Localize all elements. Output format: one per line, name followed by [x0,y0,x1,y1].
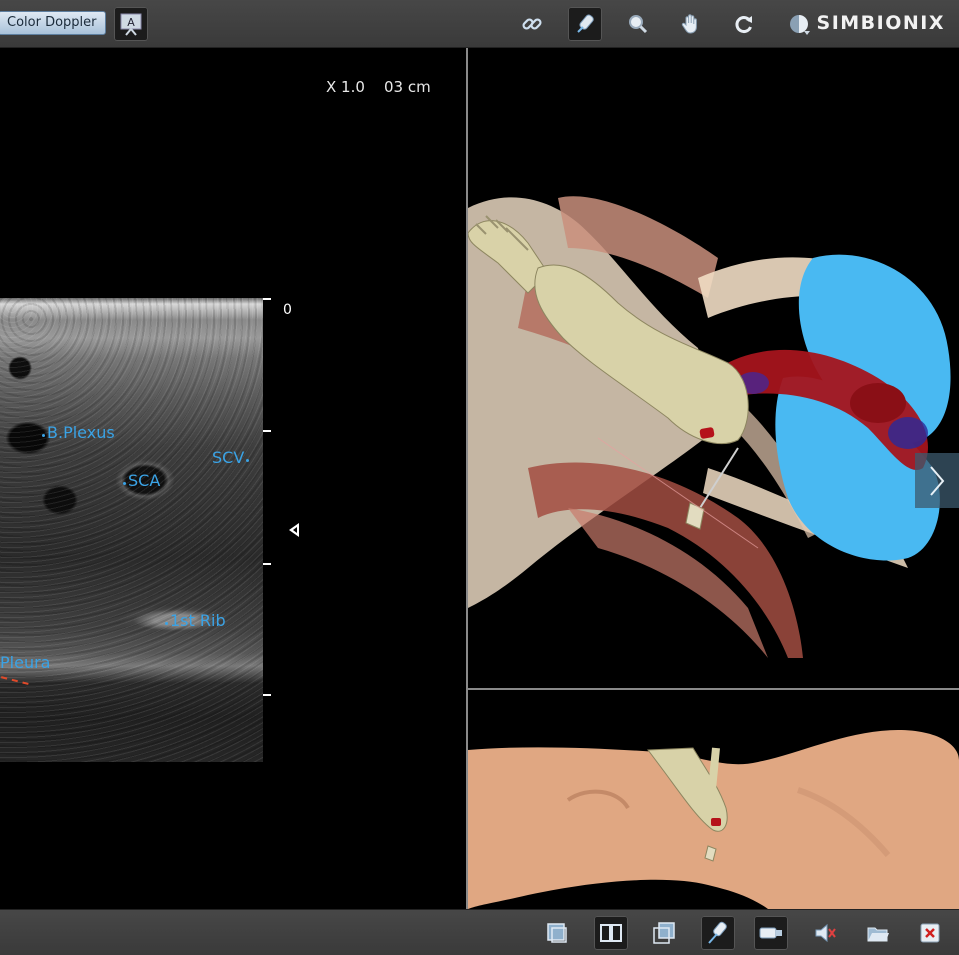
close-button[interactable] [913,916,947,950]
label-subclavian-vein: SCV [212,448,251,467]
split-view-button[interactable] [594,916,628,950]
overlay-view-icon [653,922,675,944]
anatomy-3d-view[interactable] [468,48,959,688]
zoom-icon [629,15,648,34]
body-render [468,730,959,909]
brightness-icon [790,15,810,35]
next-view-button[interactable] [915,453,959,508]
single-view-icon [547,923,567,943]
depth-tick [263,430,271,432]
annotation-toggle-button[interactable]: A [114,7,148,41]
pan-hand-icon [681,14,697,34]
single-view-button[interactable] [540,916,574,950]
camera-probe-button[interactable] [754,916,788,950]
overlay-view-button[interactable] [647,916,681,950]
top-toolbar: Color Doppler A SIMBIONIX [0,0,959,48]
zoom-level: X 1.0 [326,78,365,96]
annotation-letter: A [127,16,135,29]
needle-probe-button[interactable] [701,916,735,950]
zoom-button[interactable] [621,7,655,41]
depth-tick [263,694,271,696]
annotation-icon: A [120,13,142,36]
chevron-right-icon [930,465,945,496]
focus-marker-icon[interactable] [289,523,299,537]
label-pleura: Pleura [0,653,51,672]
probe-icon [577,14,594,33]
speckle-texture [0,298,263,762]
rotate-button[interactable] [727,7,761,41]
probe-tool-button[interactable] [568,7,602,41]
ultrasound-image[interactable] [0,298,263,762]
open-folder-icon [867,927,889,942]
zoom-depth-readout: X 1.0 03 cm [326,78,431,96]
rotate-icon [735,16,752,34]
needle-probe-icon [708,921,727,944]
ultrasound-view[interactable]: X 1.0 03 cm 0 B.Plexus SCA SCV 1st Rib P… [0,48,466,909]
color-doppler-button[interactable]: Color Doppler [0,11,106,35]
depth-zero-label: 0 [283,302,292,318]
split-view-icon [600,924,622,942]
depth-tick [263,563,271,565]
open-case-button[interactable] [861,916,895,950]
brand-logo: SIMBIONIX [816,12,945,34]
external-body-view[interactable] [468,690,959,909]
speaker-muted-icon [815,923,836,943]
pan-button[interactable] [674,7,708,41]
link-button[interactable] [515,7,549,41]
link-icon [522,18,542,30]
sound-button[interactable] [808,916,842,950]
depth-value: 03 cm [383,78,431,96]
brightness-button[interactable] [782,7,816,41]
label-subclavian-artery: SCA [121,471,160,490]
depth-tick [263,298,271,300]
label-brachial-plexus: B.Plexus [40,423,115,442]
close-icon [920,923,940,943]
anatomy-render [468,196,951,658]
bottom-toolbar [0,909,959,955]
label-first-rib: 1st Rib [163,611,226,630]
camera-probe-icon [759,927,782,939]
